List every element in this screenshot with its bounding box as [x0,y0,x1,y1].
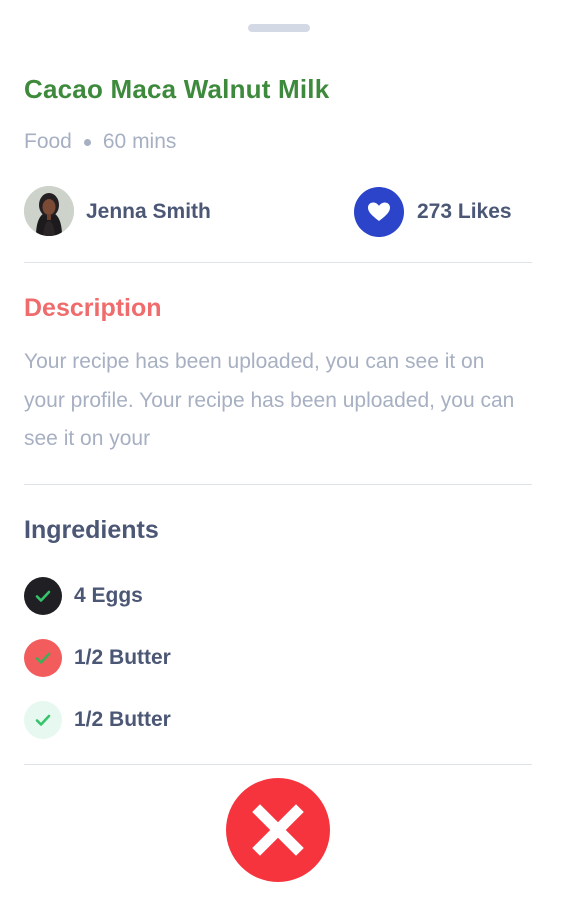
meta-separator-dot [83,138,91,146]
close-icon [252,804,304,856]
heart-icon [368,202,390,221]
author-row: Jenna Smith 273 Likes [24,186,532,238]
divider [24,262,532,263]
avatar[interactable] [24,186,74,236]
checkmark-icon[interactable] [24,701,62,739]
like-button[interactable] [354,187,404,237]
author-name[interactable]: Jenna Smith [86,200,211,224]
checkmark-icon[interactable] [24,577,62,615]
divider [24,764,532,765]
checkmark-icon[interactable] [24,639,62,677]
description-heading: Description [24,294,162,322]
ingredient-item[interactable]: 1/2 Butter [24,639,424,679]
recipe-category: Food [24,130,72,153]
recipe-title: Cacao Maca Walnut Milk [24,74,330,104]
ingredients-heading: Ingredients [24,516,159,544]
recipe-duration: 60 mins [102,130,177,153]
description-text: Your recipe has been uploaded, you can s… [24,350,515,450]
ingredient-item[interactable]: 1/2 Butter [24,701,424,741]
drag-handle[interactable] [248,24,310,32]
ingredient-label: 1/2 Butter [74,708,171,731]
ingredient-label: 1/2 Butter [74,646,171,669]
ingredient-label: 4 Eggs [74,584,143,607]
divider [24,484,532,485]
likes-count: 273 Likes [417,200,512,223]
close-button[interactable] [226,778,330,882]
avatar-photo-icon [24,186,74,236]
recipe-meta: Food 60 mins [24,130,176,154]
recipe-detail-sheet: Cacao Maca Walnut Milk Food 60 mins Jenn… [0,0,564,924]
ingredient-item[interactable]: 4 Eggs [24,577,424,617]
